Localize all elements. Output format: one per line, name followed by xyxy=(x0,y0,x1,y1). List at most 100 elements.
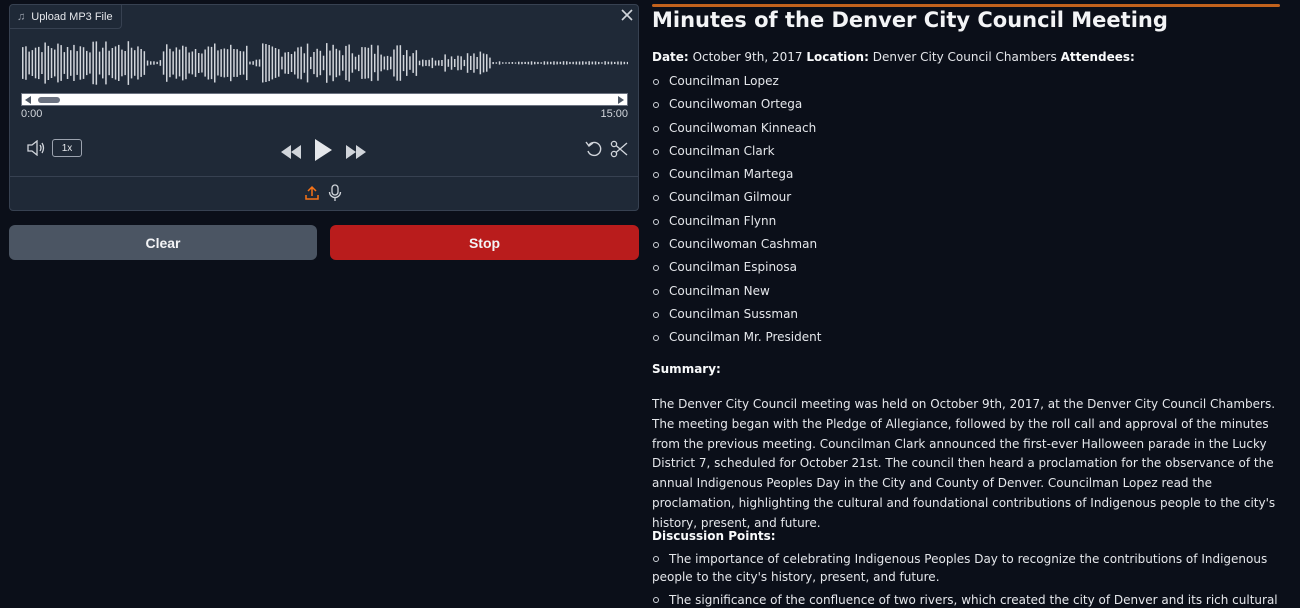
waveform-scrollbar[interactable] xyxy=(21,93,628,106)
scissors-icon[interactable] xyxy=(609,138,629,160)
waveform-bar xyxy=(169,48,171,78)
waveform-bar xyxy=(198,53,200,73)
waveform-bar xyxy=(572,61,574,65)
list-item: Councilwoman Kinneach xyxy=(652,121,821,144)
waveform-bar xyxy=(50,48,53,78)
music-note-icon: ♫ xyxy=(17,10,26,23)
waveform-bar xyxy=(537,61,539,65)
close-icon[interactable] xyxy=(618,6,636,24)
waveform-bar xyxy=(102,47,104,79)
play-icon[interactable] xyxy=(311,136,335,164)
waveform-bar xyxy=(374,53,376,73)
waveform-bar xyxy=(118,44,120,81)
waveform-bar xyxy=(194,49,197,77)
waveform-bar xyxy=(143,51,146,75)
waveform-bar xyxy=(233,49,235,77)
waveform-bar xyxy=(393,49,395,77)
waveform-bar xyxy=(108,50,110,76)
waveform-bar xyxy=(425,60,427,66)
waveform-bar xyxy=(22,47,24,79)
summary-heading: Summary: xyxy=(652,362,721,376)
waveform-bar xyxy=(137,46,139,80)
waveform-bar xyxy=(553,61,555,65)
waveform-bar xyxy=(124,51,126,76)
waveform-bar xyxy=(543,61,546,65)
waveform-bar xyxy=(559,61,562,65)
waveform-bar xyxy=(204,49,206,77)
waveform-bar xyxy=(492,62,494,65)
waveform-bar xyxy=(604,61,606,65)
list-item: Councilman Sussman xyxy=(652,307,821,330)
waveform-bar xyxy=(25,46,27,80)
attendees-list: Councilman Lopez Councilwoman Ortega Cou… xyxy=(652,74,821,354)
waveform-bar xyxy=(476,57,478,70)
waveform-bar xyxy=(489,57,491,69)
waveform-bar xyxy=(319,50,322,76)
waveform[interactable] xyxy=(21,37,628,89)
waveform-bar xyxy=(482,53,485,73)
waveform-bar xyxy=(230,44,232,82)
waveform-bar xyxy=(610,61,613,65)
list-item: Councilwoman Cashman xyxy=(652,237,821,260)
scroll-left-arrow[interactable] xyxy=(25,96,31,104)
waveform-bar xyxy=(140,49,142,77)
fast-forward-icon[interactable] xyxy=(344,141,368,163)
list-item: Councilman New xyxy=(652,284,821,307)
stop-button[interactable]: Stop xyxy=(330,225,639,260)
waveform-bar xyxy=(399,45,402,81)
waveform-bar xyxy=(457,55,459,71)
microphone-icon[interactable] xyxy=(326,183,344,203)
waveform-bar xyxy=(447,59,450,67)
waveform-bar xyxy=(226,49,229,77)
waveform-bar xyxy=(406,50,408,76)
waveform-bar xyxy=(524,61,526,64)
waveform-bar xyxy=(242,51,245,75)
waveform-bar xyxy=(450,56,453,70)
waveform-bar xyxy=(335,48,338,78)
scroll-right-arrow[interactable] xyxy=(618,96,624,104)
waveform-bar xyxy=(239,51,242,75)
undo-icon[interactable] xyxy=(584,139,604,159)
location-value: Denver City Council Chambers xyxy=(872,50,1057,64)
waveform-bar xyxy=(601,62,603,64)
waveform-bar xyxy=(534,61,536,65)
waveform-bar xyxy=(316,48,318,78)
list-item: Councilman Espinosa xyxy=(652,260,821,283)
waveform-bar xyxy=(191,51,194,75)
waveform-bar xyxy=(370,44,373,82)
waveform-bar xyxy=(594,61,597,65)
rewind-icon[interactable] xyxy=(279,141,303,163)
waveform-bar xyxy=(620,61,622,65)
waveform-bar xyxy=(121,49,123,77)
waveform-bar xyxy=(463,59,466,67)
waveform-bar xyxy=(175,47,178,79)
waveform-bar xyxy=(585,61,587,65)
waveform-bar xyxy=(438,60,440,66)
waveform-bar xyxy=(310,56,312,70)
waveform-bar xyxy=(214,43,216,83)
discussion-heading: Discussion Points: xyxy=(652,529,776,543)
waveform-bar xyxy=(95,41,98,85)
waveform-bar xyxy=(598,61,600,65)
clear-button[interactable]: Clear xyxy=(9,225,317,260)
waveform-bar xyxy=(428,59,430,67)
list-item: Councilman Martega xyxy=(652,167,821,190)
waveform-bar xyxy=(431,57,434,69)
upload-icon[interactable] xyxy=(303,184,321,202)
waveform-bar xyxy=(332,44,334,82)
waveform-bar xyxy=(246,45,248,81)
waveform-bar xyxy=(249,61,251,65)
waveform-bar xyxy=(38,46,40,80)
waveform-bar xyxy=(57,43,59,83)
playback-rate-button[interactable]: 1x xyxy=(52,139,82,157)
scroll-thumb[interactable] xyxy=(38,97,60,103)
waveform-bar xyxy=(44,42,46,84)
waveform-bar xyxy=(486,54,488,72)
waveform-bar xyxy=(92,41,94,85)
waveform-bar xyxy=(502,62,504,64)
waveform-bar xyxy=(582,61,584,65)
waveform-bar xyxy=(617,61,619,65)
upload-file-label: ♫ Upload MP3 File xyxy=(10,5,122,29)
volume-icon[interactable] xyxy=(24,138,48,158)
waveform-bar xyxy=(262,43,264,83)
